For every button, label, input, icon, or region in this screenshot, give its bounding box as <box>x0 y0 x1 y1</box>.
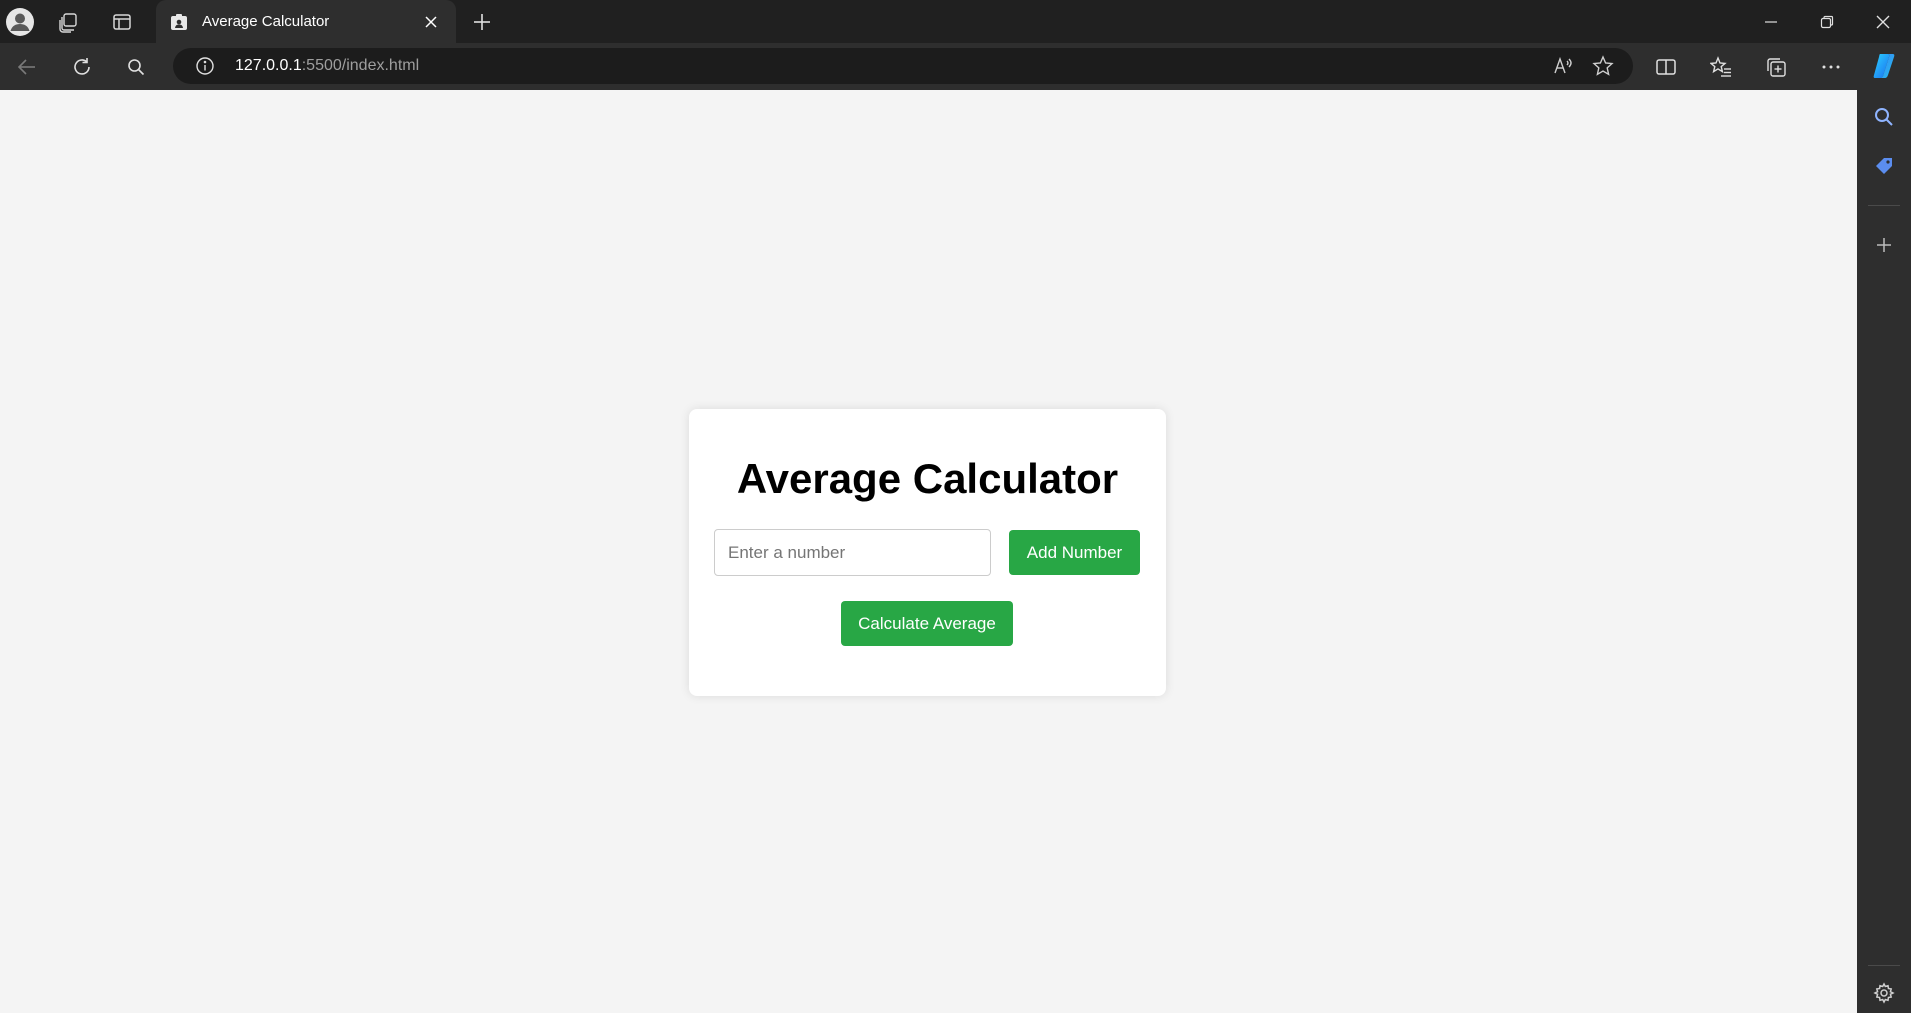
search-icon <box>128 59 145 76</box>
sidebar-add-button[interactable] <box>1866 227 1902 263</box>
sidebar-divider <box>1868 205 1900 206</box>
collections-icon <box>1767 58 1786 77</box>
settings-icon <box>1873 982 1895 1004</box>
copilot-button[interactable] <box>1866 48 1902 84</box>
collections-button[interactable] <box>1758 49 1794 85</box>
number-input[interactable] <box>714 529 991 576</box>
page-viewport: Average Calculator Add Number Calculate … <box>0 90 1857 1013</box>
split-screen-button[interactable] <box>1648 49 1684 85</box>
site-info-button[interactable] <box>185 48 225 84</box>
copilot-icon <box>1873 54 1895 78</box>
info-icon <box>196 57 214 75</box>
favorites-list-icon <box>1710 56 1731 77</box>
add-number-button[interactable]: Add Number <box>1009 530 1140 575</box>
more-button[interactable] <box>1813 49 1849 85</box>
calculator-card: Average Calculator Add Number Calculate … <box>689 409 1166 696</box>
tab-actions-button[interactable] <box>98 0 146 43</box>
close-icon <box>425 15 437 28</box>
search-icon <box>1875 108 1893 126</box>
sidebar-search-button[interactable] <box>1866 99 1902 135</box>
sidebar-shopping-button[interactable] <box>1866 148 1902 184</box>
close-icon <box>1876 15 1890 28</box>
close-window-button[interactable] <box>1855 0 1911 43</box>
window-controls <box>1743 0 1911 43</box>
more-icon <box>1822 65 1840 69</box>
star-icon <box>1592 55 1614 76</box>
search-button[interactable] <box>118 49 154 85</box>
refresh-icon <box>74 58 90 75</box>
browser-toolbar: 127.0.0.1:5500/index.html <box>0 43 1911 90</box>
add-icon <box>1877 238 1891 252</box>
address-bar-actions <box>1543 48 1623 84</box>
new-tab-button[interactable] <box>458 0 506 43</box>
workspaces-button[interactable] <box>44 0 92 43</box>
tab-strip: Average Calculator <box>0 0 1911 43</box>
url-text[interactable]: 127.0.0.1:5500/index.html <box>235 57 419 75</box>
url-host: 127.0.0.1 <box>235 57 302 74</box>
active-tab[interactable]: Average Calculator <box>156 0 456 43</box>
url-path: :5500/index.html <box>301 57 420 74</box>
refresh-button[interactable] <box>64 49 100 85</box>
calculate-average-button[interactable]: Calculate Average <box>841 601 1013 646</box>
plus-icon <box>474 13 490 30</box>
tag-icon <box>1876 158 1892 174</box>
sidebar-divider <box>1868 965 1900 966</box>
page-title: Average Calculator <box>736 455 1119 502</box>
favorites-button[interactable] <box>1703 49 1739 85</box>
restore-icon <box>1820 15 1834 28</box>
favicon-icon <box>170 13 188 31</box>
split-screen-icon <box>1656 59 1676 75</box>
profile-button[interactable] <box>0 0 40 43</box>
read-aloud-icon <box>1554 56 1572 74</box>
workspaces-icon <box>59 12 77 33</box>
sidebar-settings-button[interactable] <box>1866 975 1902 1011</box>
minimize-button[interactable] <box>1743 0 1799 43</box>
address-bar[interactable]: 127.0.0.1:5500/index.html <box>173 48 1633 84</box>
vertical-tabs-icon <box>113 13 131 30</box>
edge-sidebar <box>1857 43 1911 1013</box>
tab-close-button[interactable] <box>420 11 442 33</box>
read-aloud-button[interactable] <box>1543 48 1583 84</box>
minimize-icon <box>1765 20 1777 23</box>
restore-button[interactable] <box>1799 0 1855 43</box>
back-button[interactable] <box>9 49 45 85</box>
favorite-button[interactable] <box>1583 48 1623 84</box>
profile-avatar-icon <box>6 7 34 36</box>
tab-title: Average Calculator <box>202 13 330 30</box>
back-arrow-icon <box>17 59 35 75</box>
